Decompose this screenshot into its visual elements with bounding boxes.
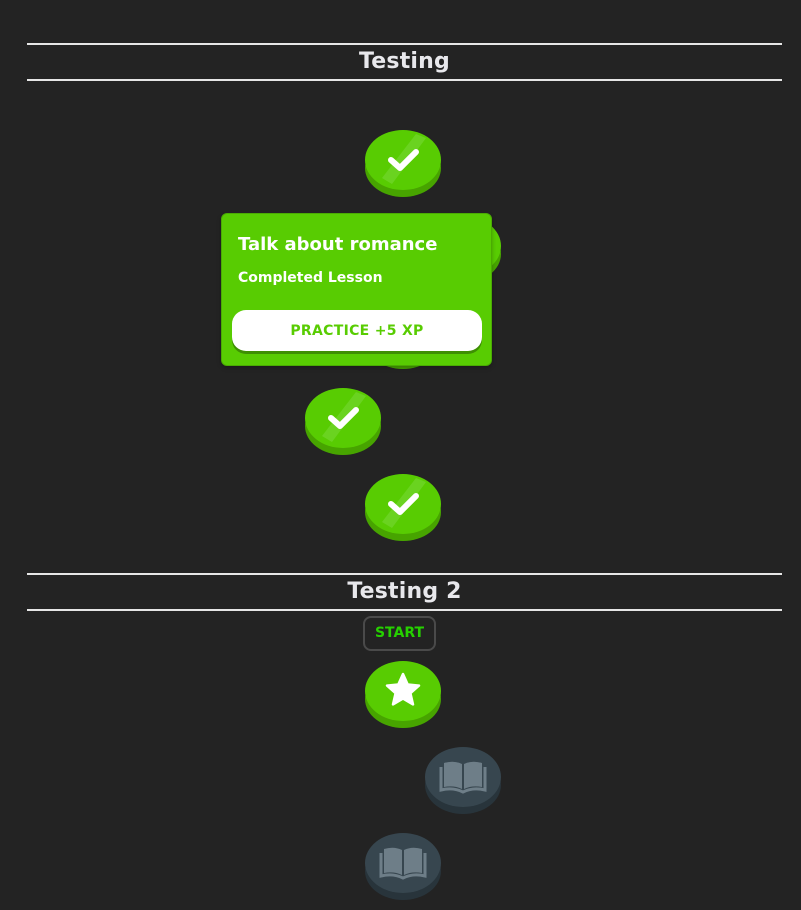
unit-header-testing-2: Testing 2 xyxy=(27,573,782,611)
unit-title: Testing 2 xyxy=(347,579,462,604)
lesson-node-completed[interactable] xyxy=(364,470,442,542)
popover-title: Talk about romance xyxy=(238,234,438,255)
lesson-node-current[interactable] xyxy=(364,657,442,729)
lesson-node-locked[interactable] xyxy=(424,743,502,815)
lesson-node-completed[interactable] xyxy=(364,126,442,198)
practice-button[interactable]: PRACTICE +5 XP xyxy=(232,310,482,351)
unit-title: Testing xyxy=(359,49,450,74)
start-badge: START xyxy=(363,616,436,651)
lesson-node-locked[interactable] xyxy=(364,829,442,901)
lesson-popover: Talk about romance Completed Lesson PRAC… xyxy=(221,213,492,366)
unit-header-testing: Testing xyxy=(27,43,782,81)
lesson-node-completed[interactable] xyxy=(304,384,382,456)
popover-status: Completed Lesson xyxy=(238,270,383,286)
